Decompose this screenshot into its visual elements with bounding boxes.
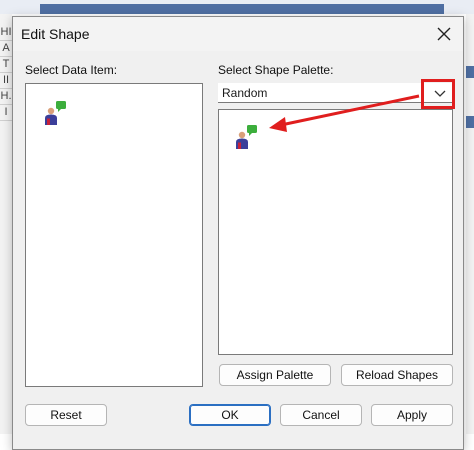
dialog-titlebar: Edit Shape [13, 17, 463, 51]
background-app-header-bar [40, 4, 444, 14]
background-app-row-headers: HI A T II H. I [0, 14, 12, 434]
apply-button[interactable]: Apply [371, 404, 453, 426]
row-header: A [0, 40, 12, 57]
row-header: I [0, 104, 12, 121]
data-item-list[interactable] [25, 83, 203, 387]
edit-shape-dialog: Edit Shape Select Data Item: Select Shap… [12, 16, 464, 450]
shape-palette-dropdown[interactable]: Random [218, 83, 453, 103]
select-data-item-label: Select Data Item: [25, 63, 118, 77]
background-app-header [0, 0, 474, 14]
row-header: T [0, 56, 12, 73]
close-button[interactable] [431, 21, 457, 47]
background-app-right-edge [466, 14, 474, 434]
assign-palette-button[interactable]: Assign Palette [219, 364, 331, 386]
background-app-marker [466, 66, 474, 78]
background-app-marker [466, 116, 474, 128]
reload-shapes-button[interactable]: Reload Shapes [341, 364, 453, 386]
row-header: H. [0, 88, 12, 105]
person-with-chat-icon[interactable] [233, 124, 259, 150]
annotation-highlight-box [421, 79, 455, 109]
ok-button[interactable]: OK [189, 404, 271, 426]
dialog-title: Edit Shape [21, 26, 90, 42]
close-icon [437, 27, 451, 41]
cancel-button[interactable]: Cancel [280, 404, 362, 426]
person-with-chat-icon[interactable] [42, 100, 68, 126]
reset-button[interactable]: Reset [25, 404, 107, 426]
shape-palette-list[interactable] [218, 109, 453, 355]
row-header: II [0, 72, 12, 89]
shape-palette-selected: Random [222, 85, 268, 100]
select-shape-palette-label: Select Shape Palette: [218, 63, 334, 77]
row-header: HI [0, 24, 12, 41]
